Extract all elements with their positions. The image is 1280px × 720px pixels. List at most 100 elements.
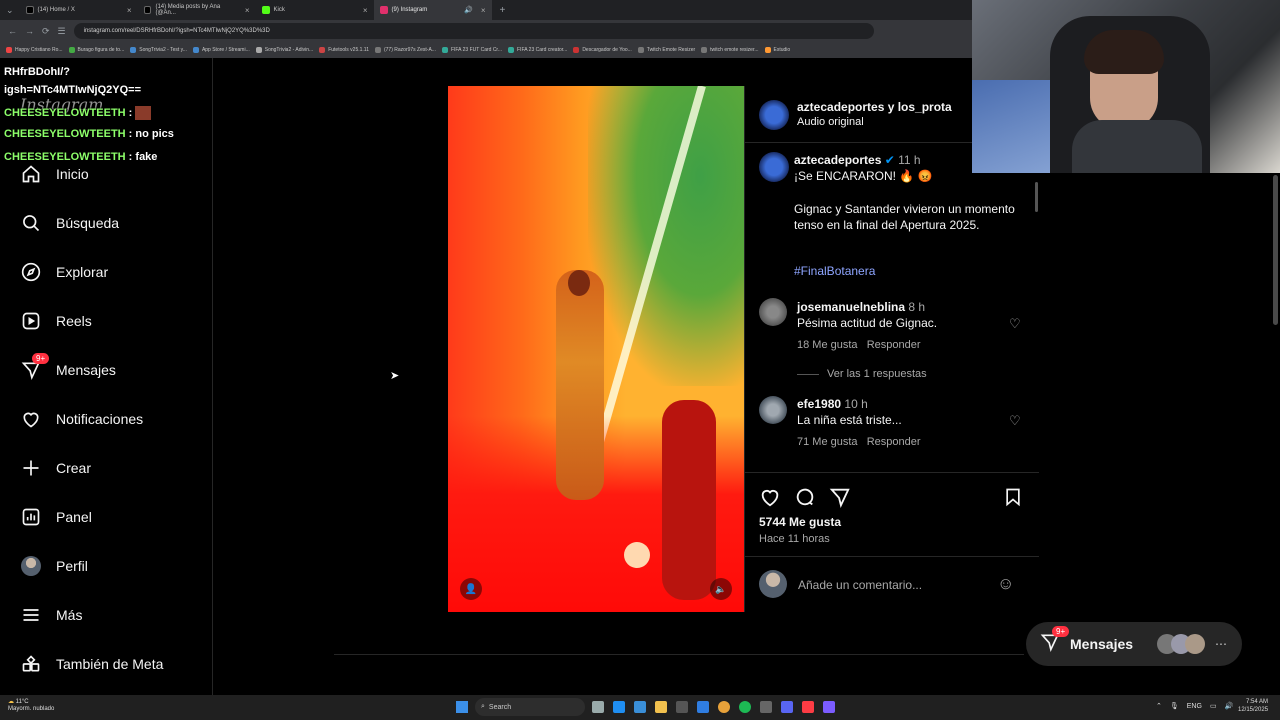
sidebar-item-label: Perfil (56, 558, 88, 574)
close-tab-icon[interactable]: × (127, 6, 132, 15)
sidebar-item-mas[interactable]: Más (20, 601, 82, 629)
url-field[interactable]: instagram.com/reel/DSRHfrBDohI/?igsh=NTc… (73, 23, 874, 39)
comment-like-count[interactable]: 18 Me gusta (797, 339, 858, 351)
save-icon[interactable] (1003, 486, 1023, 513)
chrome-icon[interactable] (718, 701, 730, 713)
bookmark-item[interactable]: FIFA 23 Card creator... (508, 47, 567, 53)
browser-tab[interactable]: (14) Home / X × (20, 0, 138, 20)
monitor-icon[interactable]: ▭ (1210, 702, 1217, 710)
close-tab-icon[interactable]: × (363, 6, 368, 15)
avatar[interactable] (759, 152, 789, 182)
spotify-icon[interactable] (739, 701, 751, 713)
browser-tab[interactable]: (14) Media posts by Ana (@An... × (138, 0, 256, 20)
page-scrollbar[interactable] (1273, 175, 1278, 325)
close-tab-icon[interactable]: × (245, 6, 250, 15)
sidebar-item-tambien-de-meta[interactable]: También de Meta (20, 650, 163, 678)
site-info-icon[interactable]: ☰ (58, 26, 66, 37)
tab-list-button[interactable]: ⌄ (0, 5, 20, 16)
emoji-icon[interactable]: ☺ (997, 574, 1014, 594)
start-icon[interactable] (456, 701, 468, 713)
sidebar-item-mensajes[interactable]: 9+ Mensajes (20, 353, 116, 384)
chat-message-text: no pics (135, 128, 174, 140)
messages-floating-button[interactable]: 9+ Mensajes ⋯ (1026, 622, 1242, 666)
avatar[interactable] (759, 298, 787, 326)
obs-icon[interactable] (760, 701, 772, 713)
comment-author[interactable]: efe1980 (797, 397, 841, 411)
bookmark-item[interactable]: twitch emote resizer... (701, 47, 759, 53)
avatar[interactable] (759, 100, 789, 130)
music-icon[interactable] (802, 701, 814, 713)
sidebar-item-panel[interactable]: Panel (20, 503, 92, 531)
volume-icon[interactable]: 🔈 (710, 578, 732, 600)
sidebar-item-perfil[interactable]: Perfil (20, 552, 88, 580)
comment-author[interactable]: josemanuelneblina (797, 300, 905, 314)
file-explorer-icon[interactable] (655, 701, 667, 713)
view-replies-button[interactable]: Ver las 1 respuestas (827, 368, 927, 380)
heart-icon[interactable]: ♡ (1009, 316, 1021, 332)
post-author[interactable]: aztecadeportes y los_prota (797, 100, 952, 114)
like-icon[interactable] (759, 486, 781, 513)
weather-temp: 11°C (15, 699, 29, 705)
sidebar-item-notificaciones[interactable]: Notificaciones (20, 405, 143, 433)
bookmark-favicon-icon (319, 47, 326, 53)
bookmark-item[interactable]: Twitch Emote Resizer (637, 47, 695, 53)
reel-video[interactable]: 👤 🔈 (448, 86, 744, 612)
sidebar-item-label: Reels (56, 313, 92, 329)
mail-icon[interactable] (697, 701, 709, 713)
taskbar-search[interactable]: ⌕ Search (475, 698, 585, 716)
edge-icon[interactable] (613, 701, 625, 713)
audio-label[interactable]: Audio original (797, 116, 864, 128)
audio-playing-icon[interactable]: 🔊 (464, 6, 473, 14)
language-indicator[interactable]: ENG (1187, 703, 1202, 710)
bookmark-item[interactable]: SongTrivia2 - Adivin... (255, 47, 313, 53)
bookmark-label: (77) Razor97s Zest-A... (383, 47, 436, 53)
mic-icon[interactable]: 🎙 (1170, 702, 1179, 710)
back-icon[interactable]: ← (8, 26, 17, 36)
weather-widget[interactable]: ☁ 11°C Mayorm. nublado (8, 699, 54, 713)
sidebar-item-reels[interactable]: Reels (20, 307, 92, 335)
task-view-icon[interactable] (592, 701, 604, 713)
caption-body: Gignac y Santander vivieron un momento t… (794, 202, 1015, 232)
like-count[interactable]: 5744 Me gusta (759, 515, 841, 529)
hashtag-link[interactable]: #FinalBotanera (794, 264, 875, 278)
reply-button[interactable]: Responder (867, 339, 921, 351)
comment-like-count[interactable]: 71 Me gusta (797, 436, 858, 448)
avatar[interactable] (759, 396, 787, 424)
chevron-up-icon[interactable]: ⌃ (1156, 702, 1162, 710)
tab-label: Kick (273, 7, 285, 13)
notification-badge: 9+ (32, 353, 50, 364)
app-icon[interactable] (823, 701, 835, 713)
reply-button[interactable]: Responder (867, 436, 921, 448)
comments-scrollbar[interactable] (1035, 182, 1038, 212)
comment-input[interactable]: Añade un comentario... (798, 578, 922, 592)
store-icon[interactable] (676, 701, 688, 713)
discord-icon[interactable] (781, 701, 793, 713)
caption-author[interactable]: aztecadeportes (794, 153, 881, 167)
sidebar-item-busqueda[interactable]: Búsqueda (20, 209, 119, 237)
browser-tab-active[interactable]: (9) Instagram 🔊 × (373, 0, 492, 20)
volume-icon[interactable]: 🔊 (1225, 702, 1234, 710)
clock[interactable]: 7:54 AM 12/15/2025 (1238, 698, 1268, 714)
close-tab-icon[interactable]: × (481, 6, 486, 15)
share-icon[interactable] (829, 486, 851, 513)
bookmark-item[interactable]: (77) Razor97s Zest-A... (374, 47, 436, 53)
comment-icon[interactable] (794, 486, 816, 513)
tagged-user-icon[interactable]: 👤 (460, 578, 482, 600)
bookmark-item[interactable]: FIFA 23 FUT Card Cr... (441, 47, 502, 53)
messenger-icon: 9+ (1040, 625, 1070, 657)
reload-icon[interactable]: ⟳ (42, 26, 50, 37)
widgets-icon[interactable] (634, 701, 646, 713)
forward-icon[interactable]: → (25, 26, 34, 36)
sidebar-item-explorar[interactable]: Explorar (20, 258, 108, 286)
windows-taskbar: ☁ 11°C Mayorm. nublado ⌕ Search ⌃ 🎙 ENG ▭ … (0, 695, 1280, 720)
system-tray[interactable]: ⌃ 🎙 ENG ▭ 🔊 (1156, 702, 1234, 711)
browser-tab[interactable]: Kick × (256, 0, 374, 20)
bookmark-favicon-icon (573, 47, 580, 53)
heart-icon[interactable]: ♡ (1009, 413, 1021, 429)
bookmark-item[interactable]: Estudio (764, 47, 790, 53)
sidebar-item-crear[interactable]: Crear (20, 454, 91, 482)
player-head (568, 270, 590, 296)
bookmark-item[interactable]: Futetools v25.1.11 (319, 47, 369, 53)
bookmark-item[interactable]: Descargador de Yoo... (573, 47, 632, 53)
new-tab-button[interactable]: + (492, 5, 514, 16)
